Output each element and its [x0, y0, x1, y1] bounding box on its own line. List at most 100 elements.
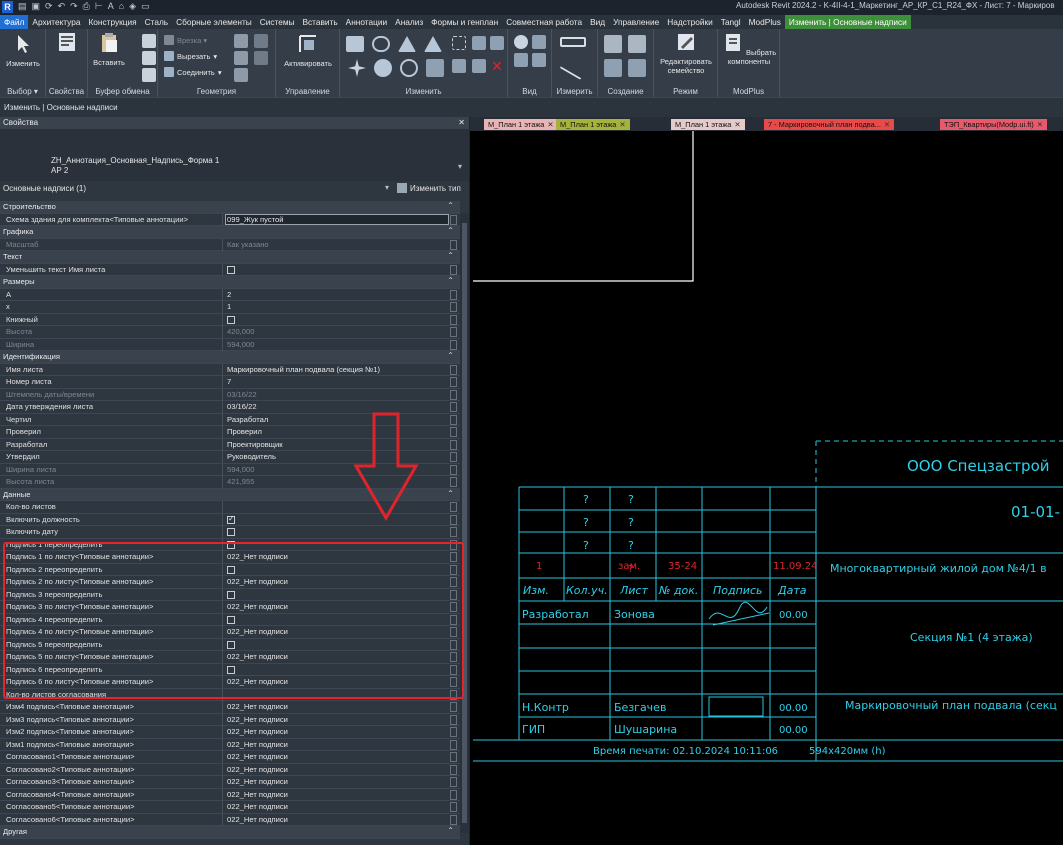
property-value[interactable]: Маркировочный план подвала (секция №1) [227, 365, 380, 374]
property-row[interactable]: Книжный [0, 313, 460, 326]
associate-parameter-button[interactable] [450, 502, 457, 512]
cope-button[interactable]: Врезка ▾ [164, 35, 207, 45]
menu-tab-15[interactable]: ModPlus [745, 15, 785, 29]
property-row[interactable]: Согласовано3<Типовые аннотации> 022_Нет п… [0, 776, 460, 789]
property-row[interactable]: Изм3 подпись<Типовые аннотации> 022_Нет п… [0, 713, 460, 726]
chevron-down-icon[interactable]: ▾ [385, 183, 389, 192]
dimension-icon[interactable] [559, 54, 589, 80]
property-value[interactable]: 2 [227, 290, 231, 299]
associate-parameter-button[interactable] [450, 302, 457, 312]
wall-joins-icon[interactable] [234, 34, 248, 48]
associate-parameter-button[interactable] [450, 214, 457, 225]
associate-parameter-button[interactable] [450, 477, 457, 487]
delete-icon[interactable]: ✕ [490, 59, 504, 73]
property-row[interactable]: Высота 420,000 [0, 326, 460, 339]
move-icon[interactable] [348, 59, 366, 77]
property-row[interactable]: Согласовано1<Типовые аннотации> 022_Нет п… [0, 751, 460, 764]
property-row[interactable]: Включить дату [0, 526, 460, 539]
property-value[interactable]: 022_Нет подписи [227, 715, 288, 724]
property-row[interactable]: Согласовано2<Типовые аннотации> 022_Нет п… [0, 763, 460, 776]
associate-parameter-button[interactable] [450, 439, 457, 450]
property-row[interactable]: Изм2 подпись<Типовые аннотации> 022_Нет п… [0, 726, 460, 739]
property-category[interactable]: Идентификация ⌃ [0, 351, 460, 364]
3d-view-icon[interactable]: ⌂ [119, 1, 124, 13]
override-icon[interactable] [532, 35, 546, 49]
mirror-draw-icon[interactable] [424, 36, 442, 52]
mirror-axis-icon[interactable] [398, 36, 416, 52]
property-row[interactable]: х1 [0, 301, 460, 314]
property-row[interactable]: Масштаб Как указано [0, 238, 460, 251]
property-row[interactable]: Уменьшить текст Имя листа [0, 263, 460, 276]
associate-parameter-button[interactable] [450, 777, 457, 787]
collapse-icon[interactable]: ⌃ [447, 201, 454, 210]
associate-parameter-button[interactable] [450, 727, 457, 737]
paste-button[interactable]: Вставить [92, 32, 126, 67]
property-checkbox[interactable] [227, 265, 235, 274]
property-category[interactable]: Размеры ⌃ [0, 276, 460, 289]
property-row[interactable]: Изм4 подпись<Типовые аннотации> 022_Нет п… [0, 701, 460, 714]
menu-tab-12[interactable]: Управление [609, 15, 663, 29]
property-value[interactable]: 421,955 [227, 477, 254, 486]
property-value[interactable]: 022_Нет подписи [227, 815, 288, 824]
associate-parameter-button[interactable] [450, 739, 457, 750]
property-value[interactable]: 022_Нет подписи [227, 765, 288, 774]
menu-tab-9[interactable]: Формы и генплан [427, 15, 502, 29]
close-tab-icon[interactable]: ✕ [619, 120, 625, 129]
revit-logo-icon[interactable]: R [2, 1, 13, 13]
isolate-icon[interactable] [532, 53, 546, 67]
associate-parameter-button[interactable] [450, 789, 457, 800]
property-value[interactable]: Разработал [227, 415, 268, 424]
cut-geometry-button[interactable]: Вырезать ▾ [164, 51, 217, 61]
type-properties-button[interactable] [52, 31, 82, 57]
unpin-icon[interactable] [472, 59, 486, 73]
properties-scrollbar[interactable] [460, 213, 469, 833]
property-row[interactable]: Имя листа Маркировочный план подвала (сек… [0, 363, 460, 376]
menu-tab-16[interactable]: Изменить | Основные надписи [784, 15, 911, 29]
property-value[interactable]: Проектировщик [227, 440, 283, 449]
edit-family-button[interactable]: Редактировать семейство [656, 31, 716, 75]
menu-tab-6[interactable]: Вставить [299, 15, 342, 29]
property-value[interactable]: 022_Нет подписи [227, 777, 288, 786]
associate-parameter-button[interactable] [450, 314, 457, 325]
property-value[interactable]: 022_Нет подписи [227, 802, 288, 811]
collapse-icon[interactable]: ⌃ [447, 826, 454, 835]
text-icon[interactable]: A [108, 1, 114, 13]
collapse-icon[interactable]: ⌃ [447, 251, 454, 260]
associate-parameter-button[interactable] [450, 289, 457, 300]
associate-parameter-button[interactable] [450, 239, 457, 250]
measure-icon[interactable]: ⊢ [95, 1, 103, 13]
associate-parameter-button[interactable] [450, 802, 457, 812]
collapse-icon[interactable]: ⌃ [447, 351, 454, 360]
panel-label-select[interactable]: Выбор ▾ [0, 87, 45, 96]
property-value[interactable]: 022_Нет подписи [227, 740, 288, 749]
create-parts-icon[interactable] [628, 35, 646, 53]
close-tab-icon[interactable]: ✕ [884, 120, 890, 129]
associate-parameter-button[interactable] [450, 377, 457, 387]
array-icon[interactable] [472, 36, 486, 50]
menu-tab-5[interactable]: Системы [256, 15, 299, 29]
associate-parameter-button[interactable] [450, 714, 457, 725]
property-row[interactable]: Номер листа 7 [0, 376, 460, 389]
property-row[interactable]: А2 [0, 288, 460, 301]
match-icon[interactable] [142, 68, 156, 82]
associate-parameter-button[interactable] [450, 264, 457, 275]
menu-tab-14[interactable]: Tangl [717, 15, 745, 29]
collapse-icon[interactable]: ⌃ [447, 489, 454, 498]
print-icon[interactable]: ⎙ [83, 1, 90, 13]
property-row[interactable]: Изм1 подпись<Типовые аннотации> 022_Нет п… [0, 738, 460, 751]
create-similar-icon[interactable] [628, 59, 646, 77]
associate-parameter-button[interactable] [450, 514, 457, 525]
join-roof-icon[interactable] [254, 51, 268, 65]
activate-button[interactable]: Активировать [280, 33, 336, 68]
property-value[interactable]: 022_Нет подписи [227, 790, 288, 799]
property-value[interactable]: 7 [227, 377, 231, 386]
copy-icon[interactable] [142, 51, 156, 65]
align-icon[interactable] [346, 36, 364, 52]
property-value[interactable]: 03/16/22 [227, 402, 257, 411]
property-value[interactable]: Как указано [227, 240, 269, 249]
property-value[interactable]: 420,000 [227, 327, 254, 336]
create-assembly-icon[interactable] [604, 35, 622, 53]
associate-parameter-button[interactable] [450, 414, 457, 425]
property-value[interactable]: 022_Нет подписи [227, 727, 288, 736]
edit-type-button[interactable]: Изменить тип [397, 183, 461, 193]
